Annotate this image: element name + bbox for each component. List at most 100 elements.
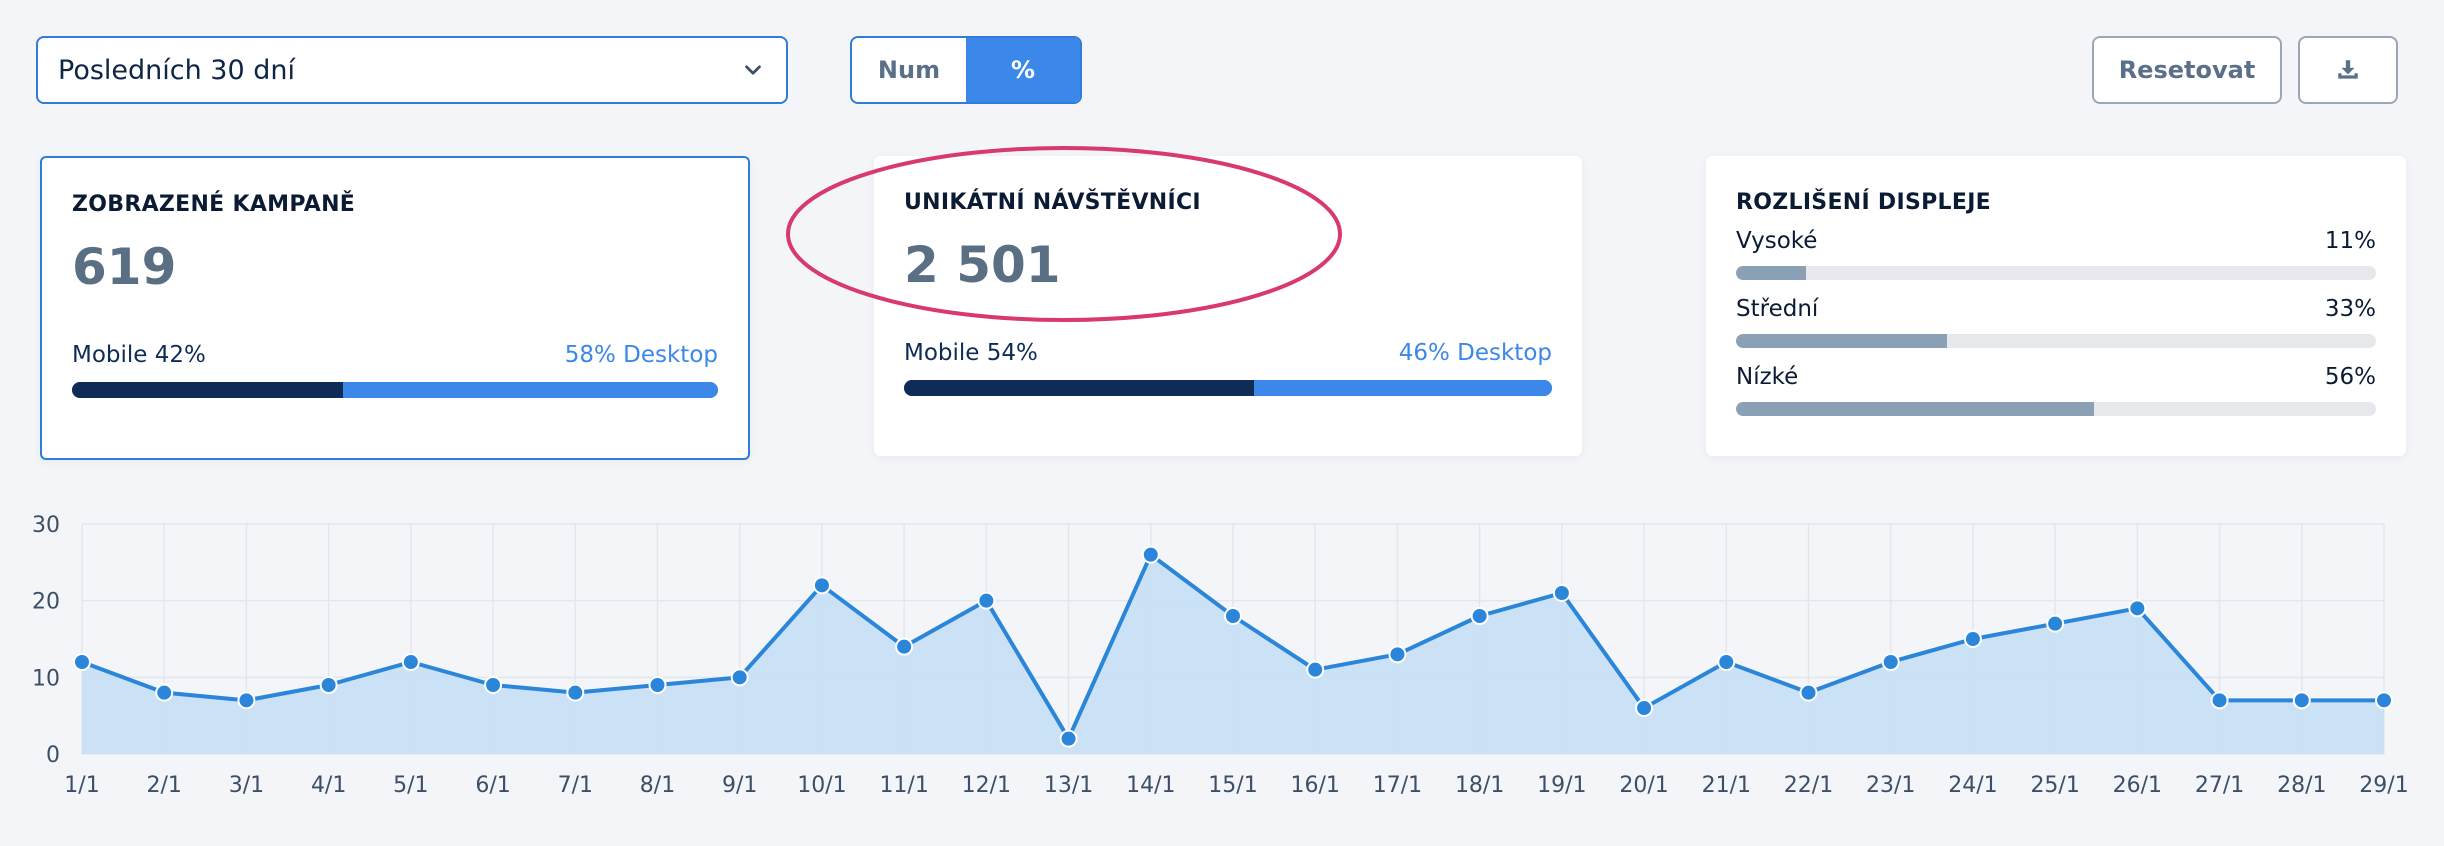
resolution-fill [1736, 266, 1807, 280]
device-split-bar [72, 382, 718, 398]
x-tick-label: 27/1 [2195, 773, 2244, 798]
data-point [1388, 645, 1407, 664]
resolution-value: 11% [2324, 228, 2376, 254]
device-split-bar [904, 380, 1552, 396]
campaigns-card[interactable]: ZOBRAZENÉ KAMPANĚ 619 Mobile 42% 58% Des… [40, 156, 750, 460]
period-select-value: Posledních 30 dní [58, 54, 296, 86]
x-tick-label: 23/1 [1866, 773, 1915, 798]
x-tick-label: 8/1 [640, 773, 675, 798]
x-tick-label: 19/1 [1537, 773, 1586, 798]
data-point [812, 576, 831, 595]
data-point [2292, 691, 2311, 710]
x-tick-label: 7/1 [558, 773, 593, 798]
data-point [1963, 630, 1982, 648]
num-pct-toggle: Num % [850, 36, 1082, 104]
toggle-num-button[interactable]: Num [852, 38, 966, 102]
x-tick-label: 29/1 [2359, 773, 2408, 798]
x-tick-label: 3/1 [229, 773, 264, 798]
mobile-share-fill [904, 380, 1254, 396]
desktop-label: 46% Desktop [1398, 340, 1552, 366]
data-point [977, 591, 996, 610]
x-tick-label: 1/1 [64, 773, 99, 798]
data-point [2375, 691, 2393, 710]
resolution-label: Vysoké [1736, 228, 1818, 254]
x-tick-label: 9/1 [722, 773, 757, 798]
x-tick-label: 4/1 [311, 773, 346, 798]
x-tick-label: 25/1 [2030, 773, 2079, 798]
y-tick-label: 30 [32, 513, 60, 538]
resolution-fill [1736, 334, 1948, 348]
x-tick-label: 12/1 [962, 773, 1011, 798]
resolution-row-medium: Střední 33% [1736, 296, 2376, 348]
highlight-ellipse [786, 146, 1342, 322]
data-point [1635, 699, 1654, 717]
resolution-row-high: Vysoké 11% [1736, 228, 2376, 280]
x-tick-label: 22/1 [1784, 773, 1833, 798]
data-point [2128, 599, 2147, 618]
x-tick-label: 11/1 [879, 773, 928, 798]
data-point [319, 676, 338, 694]
x-tick-label: 21/1 [1702, 773, 1751, 798]
toggle-pct-button[interactable]: % [966, 38, 1080, 102]
data-point [73, 653, 91, 671]
data-point [237, 691, 256, 710]
y-tick-label: 20 [32, 590, 60, 615]
desktop-share-fill [343, 382, 718, 398]
card-title: ZOBRAZENÉ KAMPANĚ [72, 192, 356, 217]
x-tick-label: 18/1 [1455, 773, 1504, 798]
data-point [2046, 614, 2065, 633]
x-tick-label: 6/1 [475, 773, 510, 798]
data-point [1141, 545, 1160, 564]
data-point [566, 683, 585, 702]
resolution-value: 56% [2324, 364, 2376, 390]
download-button[interactable] [2298, 36, 2398, 104]
x-tick-label: 17/1 [1373, 773, 1422, 798]
data-point [1717, 653, 1736, 671]
data-point [2210, 691, 2229, 710]
x-tick-label: 15/1 [1208, 773, 1257, 798]
resolution-label: Nízké [1736, 364, 1799, 390]
x-tick-label: 10/1 [797, 773, 846, 798]
resolution-row-low: Nízké 56% [1736, 364, 2376, 416]
data-point [155, 683, 174, 702]
mobile-label: Mobile 42% [72, 342, 206, 368]
data-point [1552, 584, 1571, 602]
data-point [1470, 607, 1489, 625]
data-point [730, 668, 749, 687]
mobile-label: Mobile 54% [904, 340, 1038, 366]
desktop-share-fill [1253, 380, 1552, 396]
x-tick-label: 16/1 [1291, 773, 1340, 798]
split-labels: Mobile 42% 58% Desktop [72, 342, 718, 368]
resolution-track [1736, 266, 2376, 280]
resolution-label: Střední [1736, 296, 1819, 322]
resolution-track [1736, 334, 2376, 348]
data-point [648, 676, 667, 694]
data-point [1799, 683, 1818, 702]
x-tick-label: 14/1 [1126, 773, 1175, 798]
x-tick-label: 28/1 [2277, 773, 2326, 798]
data-point [895, 637, 914, 656]
x-tick-label: 20/1 [1619, 773, 1668, 798]
reset-button[interactable]: Resetovat [2092, 36, 2282, 104]
data-point [1059, 729, 1078, 748]
desktop-label: 58% Desktop [564, 342, 718, 368]
data-point [1881, 653, 1900, 671]
data-point [1306, 660, 1325, 679]
x-tick-label: 13/1 [1044, 773, 1093, 798]
y-tick-label: 10 [32, 666, 60, 691]
x-tick-label: 24/1 [1948, 773, 1997, 798]
x-tick-label: 5/1 [393, 773, 428, 798]
data-point [401, 653, 420, 671]
mobile-share-fill [72, 382, 344, 398]
card-title: ROZLIŠENÍ DISPLEJE [1736, 190, 1992, 215]
x-tick-label: 26/1 [2113, 773, 2162, 798]
resolution-card[interactable]: ROZLIŠENÍ DISPLEJE Vysoké 11% Střední 33% … [1706, 156, 2406, 456]
period-select[interactable]: Posledních 30 dní [36, 36, 788, 104]
y-tick-label: 0 [46, 743, 60, 768]
split-labels: Mobile 54% 46% Desktop [904, 340, 1552, 366]
data-point [1224, 607, 1242, 625]
data-point [484, 676, 503, 694]
campaigns-value: 619 [72, 238, 177, 296]
download-icon [2338, 60, 2358, 79]
visitors-area-chart: 0 10 20 30 1/1 2/1 3/1 4/1 5/1 6/1 7/1 8/1 9/1 10/1 11… [32, 513, 2409, 798]
